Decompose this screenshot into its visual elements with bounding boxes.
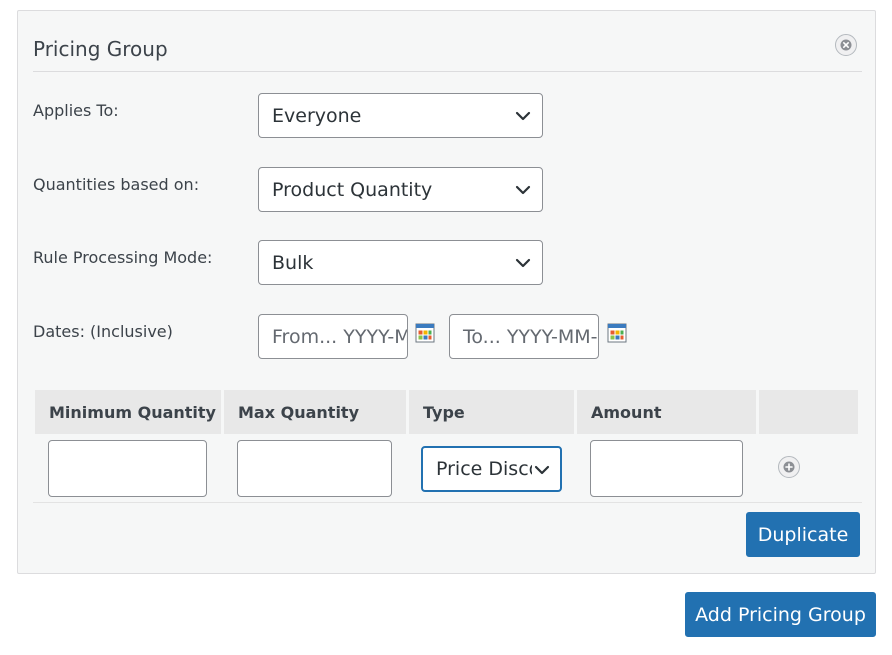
applies-to-label: Applies To: <box>33 101 119 120</box>
quantities-based-on-value: Product Quantity <box>272 178 433 201</box>
column-header-amount: Amount <box>577 390 756 434</box>
calendar-icon[interactable] <box>607 323 627 343</box>
min-quantity-input[interactable] <box>48 440 207 497</box>
chevron-down-icon <box>515 185 531 195</box>
type-value: Price Discount <box>436 458 532 480</box>
chevron-down-icon <box>534 465 550 475</box>
pricing-group-panel: Pricing Group Applies To: Everyone Quant… <box>17 10 876 574</box>
date-to-input[interactable]: To... YYYY-MM-DD <box>449 314 599 359</box>
column-header-minimum-quantity: Minimum Quantity <box>35 390 221 434</box>
calendar-icon[interactable] <box>415 323 435 343</box>
add-row-button[interactable] <box>778 456 800 478</box>
duplicate-button[interactable]: Duplicate <box>746 512 860 557</box>
applies-to-select[interactable]: Everyone <box>258 93 543 138</box>
date-from-input[interactable]: From... YYYY-MM-DD <box>258 314 408 359</box>
add-pricing-group-button[interactable]: Add Pricing Group <box>685 592 876 637</box>
chevron-down-icon <box>515 258 531 268</box>
quantities-based-on-select[interactable]: Product Quantity <box>258 167 543 212</box>
rule-processing-mode-select[interactable]: Bulk <box>258 240 543 285</box>
plus-icon <box>783 461 795 473</box>
column-header-type: Type <box>409 390 574 434</box>
max-quantity-input[interactable] <box>237 440 392 497</box>
close-icon <box>840 39 852 51</box>
column-header-actions <box>759 390 858 434</box>
type-select[interactable]: Price Discount <box>421 446 562 492</box>
remove-group-button[interactable] <box>835 34 857 56</box>
row-divider <box>33 502 862 503</box>
amount-input[interactable] <box>590 440 743 497</box>
rule-processing-mode-value: Bulk <box>272 251 314 274</box>
panel-title: Pricing Group <box>33 37 168 61</box>
dates-label: Dates: (Inclusive) <box>33 322 173 341</box>
title-divider <box>33 71 862 72</box>
chevron-down-icon <box>515 111 531 121</box>
rule-processing-mode-label: Rule Processing Mode: <box>33 248 213 267</box>
quantities-based-on-label: Quantities based on: <box>33 175 200 194</box>
applies-to-value: Everyone <box>272 104 362 127</box>
column-header-max-quantity: Max Quantity <box>224 390 406 434</box>
